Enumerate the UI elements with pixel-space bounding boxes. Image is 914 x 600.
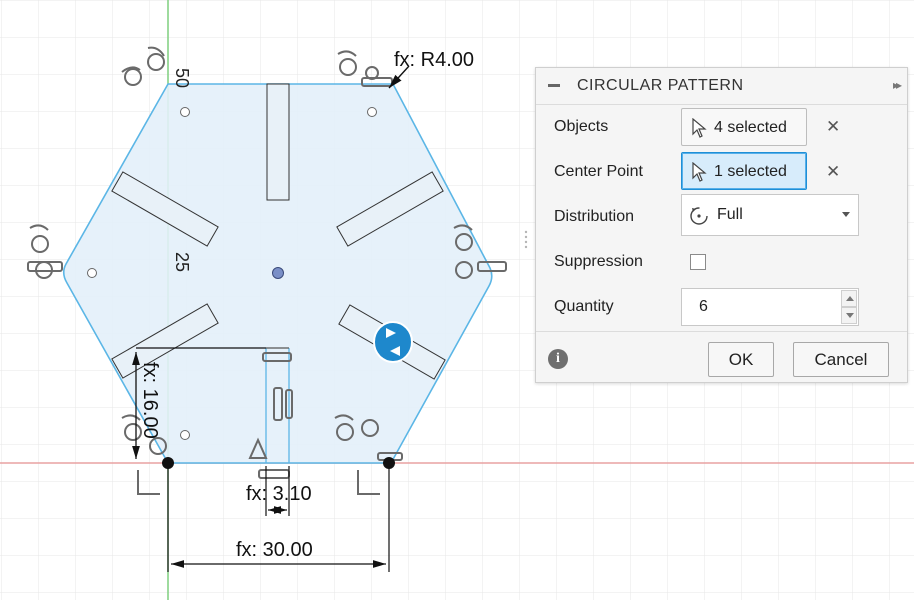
dim-label-25: 25 <box>172 252 192 272</box>
quantity-value[interactable]: 6 <box>699 298 708 316</box>
slot-top[interactable] <box>266 83 290 201</box>
cursor-arrow-icon <box>692 118 707 138</box>
sketch-point-left[interactable] <box>162 457 174 469</box>
cursor-arrow-icon <box>692 162 707 182</box>
panel-header: CIRCULAR PATTERN ▸▸ <box>536 68 907 105</box>
distribution-value: Full <box>717 206 743 223</box>
distribution-label: Distribution <box>554 208 635 225</box>
hole-bottom-left[interactable] <box>180 430 190 440</box>
pattern-direction-icon[interactable] <box>373 321 413 363</box>
dim-width-label[interactable]: fx: 30.00 <box>236 539 313 561</box>
dim-label-50: 50 <box>172 68 192 88</box>
expand-icon[interactable]: ▸▸ <box>893 78 902 92</box>
chevron-down-icon <box>842 212 850 217</box>
hole-top-left[interactable] <box>180 107 190 117</box>
panel-title: CIRCULAR PATTERN <box>577 77 744 94</box>
hole-top-right[interactable] <box>367 107 377 117</box>
quantity-stepper[interactable]: 6 <box>681 288 859 326</box>
objects-label: Objects <box>554 118 609 135</box>
cancel-button[interactable]: Cancel <box>793 342 889 377</box>
objects-clear-icon[interactable]: ✕ <box>826 117 840 137</box>
dim-radius-label[interactable]: fx: R4.00 <box>394 49 474 71</box>
circular-pattern-panel: CIRCULAR PATTERN ▸▸ Objects 4 selected ✕… <box>535 67 908 383</box>
suppression-checkbox[interactable] <box>690 254 706 270</box>
quantity-label: Quantity <box>554 298 614 315</box>
dim-slot-label[interactable]: fx: 3.10 <box>246 483 312 505</box>
center-point-clear-icon[interactable]: ✕ <box>826 162 840 182</box>
center-point-select-button[interactable]: 1 selected <box>681 152 807 190</box>
info-icon[interactable]: i <box>548 349 568 369</box>
collapse-icon[interactable] <box>548 79 560 91</box>
full-circle-distribution-icon <box>690 207 708 225</box>
panel-resize-handle[interactable] <box>523 228 529 250</box>
sketch-point-right[interactable] <box>383 457 395 469</box>
distribution-dropdown[interactable]: Full <box>681 194 859 236</box>
quantity-decrement-button[interactable] <box>841 307 857 324</box>
objects-select-button[interactable]: 4 selected <box>681 108 807 146</box>
panel-footer: i OK Cancel <box>536 331 907 384</box>
center-point[interactable] <box>272 267 284 279</box>
hole-left[interactable] <box>87 268 97 278</box>
ok-button[interactable]: OK <box>708 342 774 377</box>
center-point-label: Center Point <box>554 163 643 180</box>
center-point-value: 1 selected <box>714 163 787 180</box>
suppression-label: Suppression <box>554 253 643 270</box>
objects-value: 4 selected <box>714 119 787 136</box>
grip-icon <box>524 230 528 249</box>
quantity-increment-button[interactable] <box>841 290 857 307</box>
dim-vertical-label[interactable]: fx: 16.00 <box>139 362 161 439</box>
